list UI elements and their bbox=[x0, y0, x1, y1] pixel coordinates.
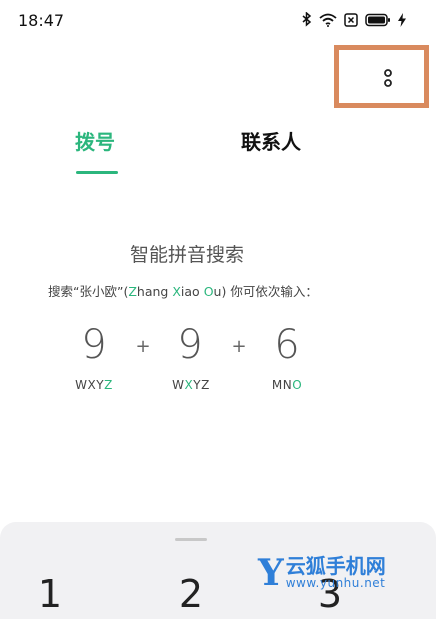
example-letters-2: WXYZ bbox=[161, 378, 221, 392]
tab-contacts[interactable]: 联系人 bbox=[241, 126, 301, 174]
wifi-icon bbox=[319, 13, 337, 27]
example-digit-2: 9 bbox=[177, 322, 203, 368]
letters-3-pre: MN bbox=[271, 378, 293, 392]
watermark-name: 云狐手机网 bbox=[285, 554, 386, 579]
letters-1-highlight: Z bbox=[104, 378, 113, 392]
active-tab-indicator bbox=[76, 171, 118, 174]
status-bar: 18:47 bbox=[0, 0, 436, 40]
example-digit-3: 6 bbox=[274, 322, 300, 368]
watermark-text: 云狐手机网 www.yunhu.net bbox=[286, 555, 386, 590]
hint-iao: iao bbox=[180, 284, 204, 299]
letters-2-post: YZ bbox=[193, 378, 210, 392]
status-time: 18:47 bbox=[18, 11, 65, 30]
sheet-drag-handle[interactable] bbox=[175, 538, 207, 541]
example-letters-1: WXYZ bbox=[64, 378, 124, 392]
charging-icon bbox=[398, 12, 406, 27]
hint-prefix: 搜索“张小欧”( bbox=[48, 284, 129, 299]
watermark-logo: Y bbox=[258, 552, 284, 594]
key-2[interactable]: 2 bbox=[161, 572, 221, 616]
watermark: Y 云狐手机网 www.yunhu.net bbox=[258, 555, 386, 591]
example-digit-1: 9 bbox=[81, 322, 107, 368]
plus-sign-1: + bbox=[135, 336, 151, 357]
vertical-dots-icon bbox=[382, 66, 394, 94]
hint-o: O bbox=[203, 284, 214, 299]
tab-bar: 拨号 联系人 bbox=[0, 126, 436, 176]
battery-icon bbox=[365, 13, 391, 27]
watermark-url: www.yunhu.net bbox=[285, 576, 386, 591]
sim-off-icon bbox=[344, 12, 358, 27]
hint-x: X bbox=[172, 284, 181, 299]
hint-z: Z bbox=[128, 284, 137, 299]
more-options-button[interactable] bbox=[374, 64, 402, 96]
plus-sign-2: + bbox=[231, 336, 247, 357]
key-1[interactable]: 1 bbox=[20, 572, 80, 616]
letters-2-highlight: X bbox=[184, 378, 194, 392]
status-icons bbox=[302, 12, 406, 27]
letters-3-highlight: O bbox=[292, 378, 303, 392]
letters-1-pre: WXY bbox=[75, 378, 105, 392]
bluetooth-icon bbox=[302, 12, 312, 27]
smart-search-title: 智能拼音搜索 bbox=[129, 244, 244, 266]
example-letters-3: MNO bbox=[257, 378, 317, 392]
tab-dial[interactable]: 拨号 bbox=[75, 126, 115, 174]
letters-2-pre: W bbox=[172, 378, 185, 392]
hint-hang: hang bbox=[136, 284, 173, 299]
smart-search-hint: 搜索“张小欧”(Zhang Xiao Ou) 你可依次输入： bbox=[48, 281, 318, 300]
hint-suffix: ) 你可依次输入： bbox=[221, 284, 318, 299]
